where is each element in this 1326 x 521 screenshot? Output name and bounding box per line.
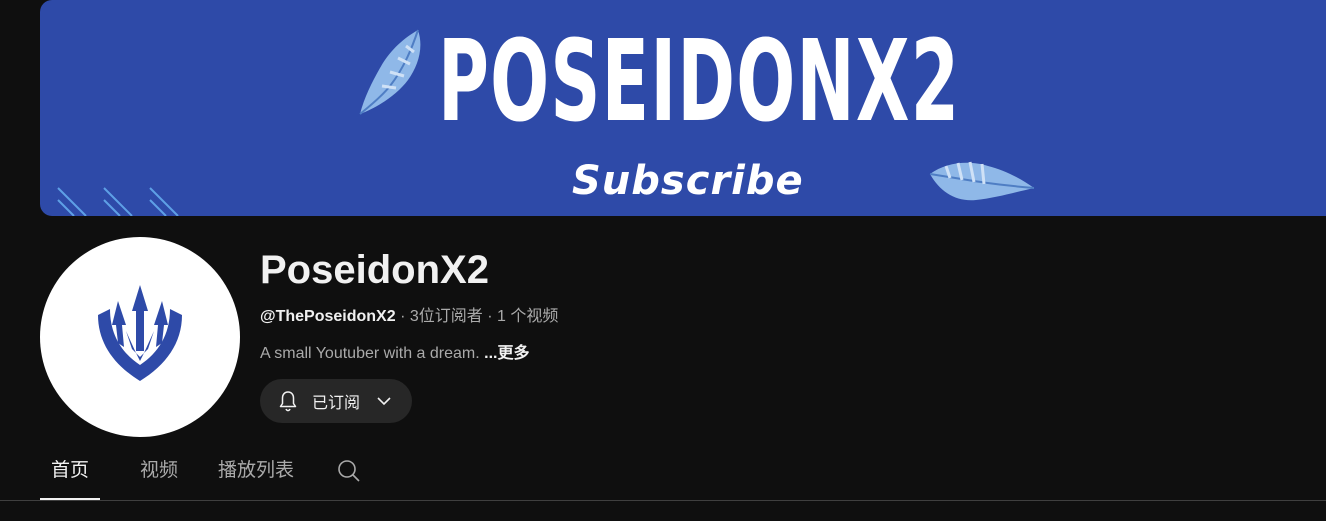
meta-separator: ·: [482, 308, 497, 325]
tab-home[interactable]: 首页: [40, 448, 100, 500]
channel-banner: POSEIDONX2 Subscribe: [40, 0, 1326, 216]
description-text: A small Youtuber with a dream.: [260, 345, 485, 362]
meta-separator: ·: [395, 308, 410, 325]
banner-title: POSEIDONX2: [438, 17, 961, 147]
chevron-down-icon: [374, 391, 394, 411]
tabs-divider: [0, 500, 1326, 501]
channel-tabs: 首页 视频 播放列表: [40, 448, 362, 500]
subscriber-count: 3位订阅者: [409, 308, 483, 325]
subscribed-label: 已订阅: [312, 395, 361, 412]
banner-subtitle: Subscribe: [572, 158, 804, 204]
search-icon[interactable]: [336, 458, 362, 489]
subscribed-button[interactable]: 已订阅: [260, 379, 412, 423]
avatar[interactable]: [40, 237, 240, 437]
channel-description[interactable]: A small Youtuber with a dream. ...更多: [260, 342, 529, 366]
tab-playlists[interactable]: 播放列表: [218, 448, 294, 500]
bell-icon: [279, 391, 297, 412]
tab-videos[interactable]: 视频: [140, 448, 178, 500]
video-count: 1 个视频: [496, 308, 559, 325]
seashell-icon: [359, 29, 421, 115]
chevron-decoration-icon: [57, 187, 179, 216]
channel-page: POSEIDONX2 Subscribe PoseidonX2 @ThePose…: [0, 0, 1326, 521]
trident-crest-icon: [98, 285, 182, 381]
channel-meta: @ThePoseidonX2 · 3位订阅者 · 1 个视频: [260, 305, 558, 329]
seashell-icon: [929, 161, 1035, 201]
channel-handle: @ThePoseidonX2: [260, 308, 396, 325]
channel-name: PoseidonX2: [260, 248, 489, 292]
more-link[interactable]: ...更多: [484, 345, 529, 362]
